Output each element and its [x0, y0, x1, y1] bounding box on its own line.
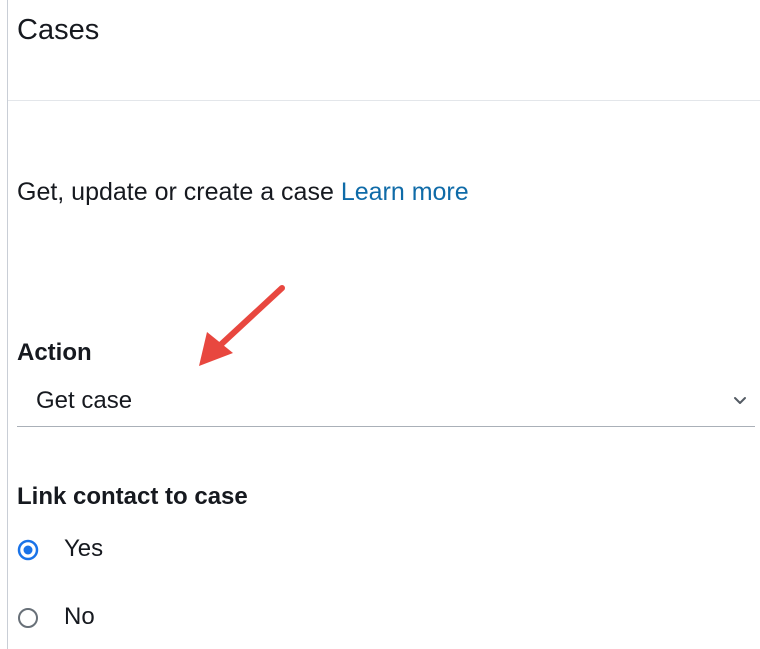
cases-panel: Cases Get, update or create a case Learn…	[0, 0, 760, 649]
radio-selected-icon[interactable]	[17, 539, 39, 561]
action-select[interactable]: Get case	[17, 378, 755, 427]
action-select-value: Get case	[36, 387, 133, 414]
link-contact-label: Link contact to case	[17, 483, 248, 510]
panel-description: Get, update or create a case Learn more	[17, 176, 469, 208]
radio-yes-label: Yes	[64, 535, 104, 562]
learn-more-link[interactable]: Learn more	[341, 178, 469, 206]
action-label: Action	[17, 339, 92, 366]
panel-left-border	[7, 0, 8, 649]
title-divider	[8, 100, 760, 101]
description-text: Get, update or create a case	[17, 178, 334, 206]
radio-no-label: No	[64, 603, 95, 630]
page-title: Cases	[17, 14, 100, 46]
chevron-down-icon	[734, 397, 746, 404]
radio-unselected-icon[interactable]	[17, 607, 39, 629]
annotation-arrow-icon	[199, 285, 285, 366]
